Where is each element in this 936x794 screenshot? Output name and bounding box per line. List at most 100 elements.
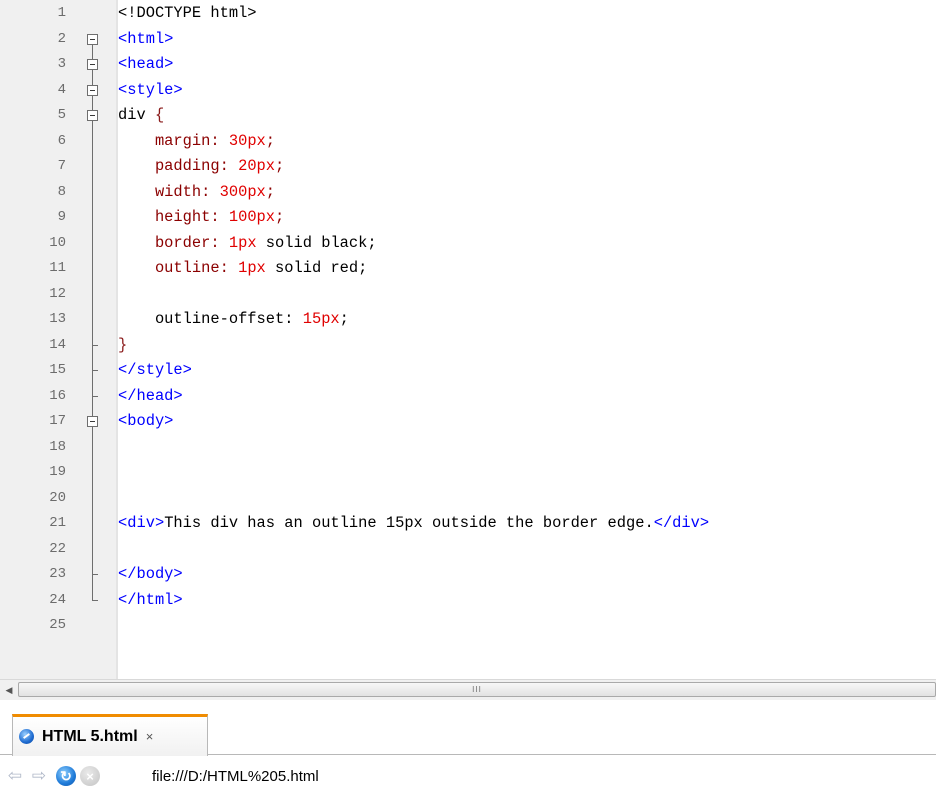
line-number-column: 1 2 3 4 5 6 7 8 9 10 11 12 13 14 15 16 17 18 19 20 21 22 23 24 2…	[0, 0, 92, 679]
code-token: margin:	[118, 131, 229, 150]
code-line[interactable]: <html>	[118, 27, 173, 53]
reload-icon[interactable]: ↻	[56, 766, 76, 786]
code-token: }	[118, 335, 128, 354]
fold-end-tick	[92, 344, 98, 346]
scroll-left-arrow-icon[interactable]: ◀	[0, 680, 18, 700]
code-token: ;	[265, 182, 276, 201]
code-area[interactable]: <!DOCTYPE html> <html> <head> <style> div { …	[118, 0, 936, 679]
code-line[interactable]: outline: 1px solid red;	[118, 256, 367, 282]
fold-end-tick	[92, 574, 98, 575]
tab-html5-file[interactable]: HTML 5.html ×	[12, 714, 208, 756]
code-token: 20px	[238, 157, 276, 175]
code-token: ;	[275, 208, 285, 226]
code-token: {	[154, 106, 165, 124]
code-line[interactable]: padding: 20px;	[118, 154, 284, 180]
horizontal-scrollbar[interactable]: ◀ III	[0, 679, 936, 700]
code-token: ;	[339, 310, 349, 328]
code-line[interactable]: <style>	[118, 78, 183, 104]
code-line[interactable]: <div>This div has an outline 15px outsid…	[118, 511, 709, 537]
line-number: 4	[57, 81, 66, 98]
tab-close-icon[interactable]: ×	[146, 729, 154, 744]
line-number: 10	[49, 234, 66, 251]
code-line[interactable]: </style>	[118, 358, 192, 384]
line-number: 14	[49, 336, 66, 353]
forward-arrow-icon[interactable]: ⇨	[29, 766, 49, 786]
code-editor[interactable]: 1 2 3 4 5 6 7 8 9 10 11 12 13 14 15 16 17 18 19 20 21 22 23 24 2…	[0, 0, 936, 679]
browser-globe-icon	[19, 729, 34, 744]
stop-icon[interactable]: ×	[80, 766, 100, 786]
line-number: 6	[57, 132, 66, 149]
fold-toggle-icon[interactable]	[87, 84, 98, 96]
code-line[interactable]: margin: 30px;	[118, 129, 275, 155]
code-token: outline-offset:	[118, 310, 303, 328]
fold-toggle-icon[interactable]	[87, 416, 98, 427]
line-number: 15	[49, 362, 66, 378]
code-token: <!DOCTYPE html>	[118, 4, 257, 22]
code-line[interactable]: }	[118, 333, 127, 359]
code-token: 1px	[228, 233, 257, 252]
code-line[interactable]: </head>	[118, 384, 183, 410]
code-token: This div has an outline 15px outside the…	[164, 514, 654, 532]
line-number: 20	[49, 489, 66, 506]
code-token: solid red;	[265, 259, 368, 277]
code-token: 100px	[228, 208, 276, 226]
line-number: 25	[49, 617, 66, 633]
line-number: 2	[57, 30, 66, 47]
line-number: 11	[49, 260, 66, 276]
line-number: 22	[49, 540, 66, 557]
line-number: 5	[57, 107, 66, 123]
fold-toggle-icon[interactable]	[87, 110, 98, 121]
code-token: <head>	[118, 55, 174, 73]
code-line[interactable]: <body>	[118, 409, 173, 435]
fold-guide-line	[92, 44, 93, 601]
line-number: 17	[49, 413, 66, 429]
code-line[interactable]: <head>	[118, 52, 173, 78]
line-number: 12	[49, 285, 66, 302]
line-number: 1	[57, 5, 66, 21]
line-number: 7	[57, 158, 66, 174]
code-token: solid black;	[256, 233, 377, 252]
code-line[interactable]: div {	[118, 103, 164, 129]
line-number: 16	[49, 387, 66, 404]
code-line[interactable]: <!DOCTYPE html>	[118, 1, 257, 27]
code-token: div	[118, 106, 155, 124]
fold-end-tick	[92, 395, 98, 397]
line-number: 23	[49, 566, 66, 582]
line-number: 24	[49, 591, 66, 608]
code-token: <style>	[118, 80, 183, 99]
code-line[interactable]: width: 300px;	[118, 180, 275, 206]
code-token: </head>	[118, 386, 183, 405]
line-number: 9	[57, 209, 66, 225]
navigation-bar: ⇦ ⇨ ↻ ×	[0, 760, 936, 794]
code-token: 15px	[302, 310, 340, 328]
code-token: height:	[118, 208, 229, 226]
code-token: </style>	[118, 361, 192, 379]
fold-toggle-icon[interactable]	[87, 59, 98, 70]
fold-toggle-icon[interactable]	[87, 33, 98, 45]
code-token: border:	[118, 233, 229, 252]
code-token: </body>	[118, 565, 183, 583]
line-number: 21	[49, 515, 66, 531]
line-number: 19	[49, 464, 66, 480]
fold-column	[87, 0, 116, 679]
code-line[interactable]: </body>	[118, 562, 183, 588]
code-token: ;	[265, 131, 276, 150]
code-token: </html>	[118, 590, 183, 609]
line-number: 18	[49, 438, 66, 455]
line-number: 3	[57, 56, 66, 72]
fold-end-tick	[92, 599, 98, 601]
code-line[interactable]: height: 100px;	[118, 205, 284, 231]
code-line[interactable]: outline-offset: 15px;	[118, 307, 349, 333]
code-token: padding:	[118, 157, 239, 175]
address-bar-input[interactable]	[148, 766, 936, 788]
code-line[interactable]: border: 1px solid black;	[118, 231, 377, 257]
code-token: </div>	[653, 514, 710, 532]
code-token: outline:	[118, 259, 239, 277]
line-number: 8	[57, 183, 66, 200]
fold-end-tick	[92, 370, 98, 371]
scrollbar-thumb[interactable]: III	[18, 682, 936, 697]
line-number: 13	[49, 311, 66, 327]
back-arrow-icon[interactable]: ⇦	[5, 766, 25, 786]
code-line[interactable]: </html>	[118, 588, 183, 614]
code-token: 300px	[219, 182, 266, 201]
